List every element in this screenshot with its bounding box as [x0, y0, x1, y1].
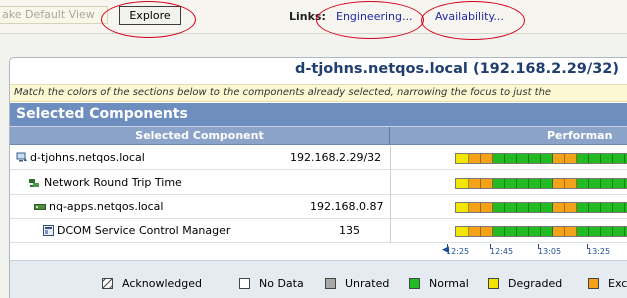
timeline-segment-excessive: [469, 154, 493, 163]
table-row[interactable]: DCOM Service Control Manager 135: [10, 219, 627, 243]
axis-label: 12:25: [446, 247, 470, 256]
legend-label: Exc: [608, 277, 627, 290]
timeline-segment-excessive: [469, 179, 493, 188]
unrated-swatch: [325, 278, 336, 289]
legend-label: No Data: [259, 277, 304, 290]
normal-swatch: [409, 278, 420, 289]
column-divider: [390, 171, 391, 195]
performance-timeline[interactable]: [455, 153, 627, 164]
legend-label: Acknowledged: [122, 277, 202, 290]
table-row[interactable]: Network Round Trip Time: [10, 171, 627, 195]
legend-label: Normal: [429, 277, 469, 290]
timeline-segment-excessive: [553, 227, 577, 236]
component-address: 192.168.0.87: [310, 200, 384, 213]
section-header: Selected Components: [10, 103, 627, 126]
table-row[interactable]: nq-apps.netqos.local 192.168.0.87: [10, 195, 627, 219]
performance-timeline[interactable]: [455, 178, 627, 189]
make-default-view-button[interactable]: ake Default View: [0, 6, 108, 24]
component-panel: d-tjohns.netqos.local (192.168.2.29/32) …: [9, 57, 627, 298]
timeline-segment-excessive: [469, 227, 493, 236]
axis-label: 12:45: [490, 247, 514, 256]
axis-label: 13:25: [587, 247, 611, 256]
instruction-text: Match the colors of the sections below t…: [10, 84, 627, 102]
no-data-swatch: [239, 278, 250, 289]
performance-timeline[interactable]: [455, 226, 627, 237]
component-port: 135: [339, 224, 360, 237]
timeline-segment-excessive: [469, 203, 493, 212]
component-name[interactable]: d-tjohns.netqos.local: [30, 146, 145, 170]
legend-label: Degraded: [508, 277, 563, 290]
host-icon: [16, 152, 27, 162]
acknowledged-swatch: [102, 278, 113, 289]
component-address: 192.168.2.29/32: [290, 151, 382, 164]
network-icon: [29, 179, 39, 187]
column-divider: [390, 219, 391, 243]
column-header-performance[interactable]: Performan: [391, 127, 627, 145]
timeline-segment-excessive: [553, 154, 577, 163]
component-name[interactable]: Network Round Trip Time: [44, 171, 182, 195]
annotation-circle: [101, 1, 196, 38]
table-header: Selected Component Performan: [10, 126, 627, 145]
page-title: d-tjohns.netqos.local (192.168.2.29/32): [295, 61, 619, 77]
server-icon: [34, 204, 46, 210]
excessive-swatch: [588, 278, 599, 289]
time-axis: ◀ 12:25 12:45 13:05 13:25: [10, 242, 627, 260]
column-divider: [390, 195, 391, 219]
status-legend: Acknowledged No Data Unrated Normal Degr…: [10, 260, 627, 298]
service-icon: [43, 225, 54, 236]
table-row[interactable]: d-tjohns.netqos.local 192.168.2.29/32: [10, 146, 627, 170]
axis-label: 13:05: [538, 247, 562, 256]
annotation-circle: [316, 1, 424, 39]
toolbar: ake Default View Explore Links: Engineer…: [0, 0, 627, 34]
column-divider: [390, 146, 391, 170]
performance-timeline[interactable]: [455, 202, 627, 213]
component-name[interactable]: nq-apps.netqos.local: [49, 195, 163, 219]
annotation-circle: [421, 1, 525, 40]
column-header-component[interactable]: Selected Component: [10, 127, 390, 145]
timeline-segment-excessive: [553, 203, 577, 212]
legend-label: Unrated: [345, 277, 390, 290]
timeline-segment-excessive: [553, 179, 577, 188]
degraded-swatch: [488, 278, 499, 289]
component-name[interactable]: DCOM Service Control Manager: [57, 219, 230, 243]
